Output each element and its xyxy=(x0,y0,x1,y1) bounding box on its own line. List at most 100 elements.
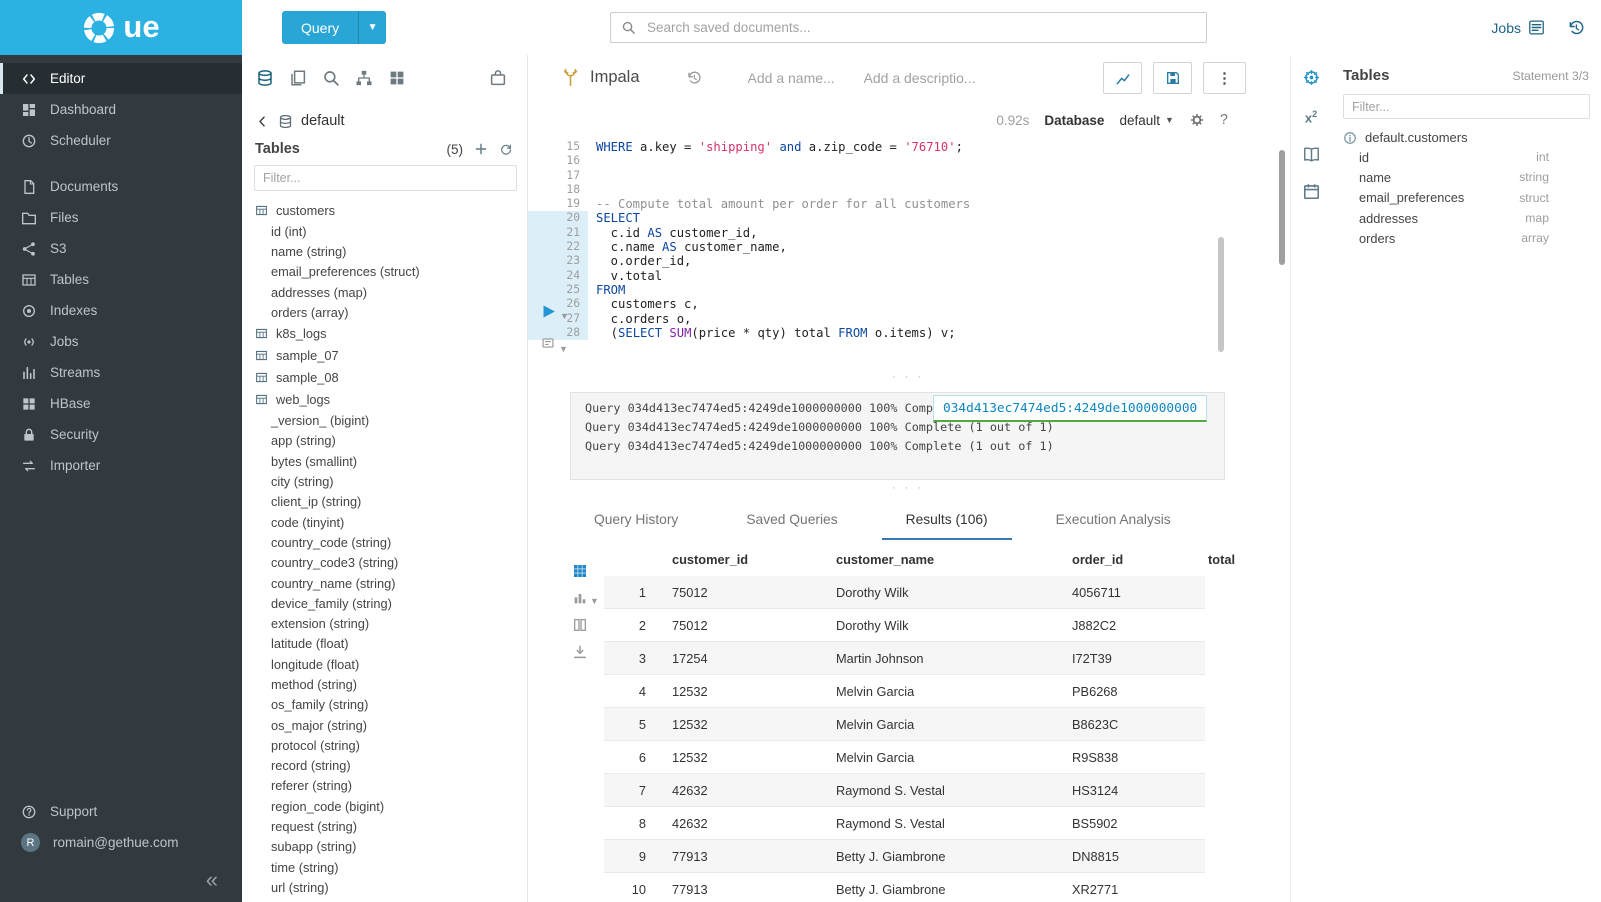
format-icon[interactable] xyxy=(540,336,556,350)
help-question-icon[interactable]: ? xyxy=(1220,112,1228,128)
results-cell[interactable]: 918 xyxy=(1196,576,1205,609)
tab-query-history[interactable]: Query History xyxy=(570,502,702,540)
results-cell[interactable]: Raymond S. Vestal xyxy=(824,774,1060,807)
assist-column-item[interactable]: country_code3 (string) xyxy=(242,553,527,573)
sidebar-item-support[interactable]: Support xyxy=(0,796,242,827)
sidebar-item-security[interactable]: Security xyxy=(0,419,242,450)
assist-column-item[interactable]: user_agent (string) xyxy=(242,898,527,902)
results-cell[interactable]: 1320 xyxy=(1196,840,1205,873)
code-line[interactable]: 16 xyxy=(528,154,1248,168)
databases-source-icon[interactable] xyxy=(256,69,274,87)
assistant-helm-icon[interactable] xyxy=(1302,68,1321,87)
code-line[interactable]: 18 xyxy=(528,183,1248,197)
page-scrollbar[interactable] xyxy=(1279,150,1285,265)
sidebar-item-scheduler[interactable]: Scheduler xyxy=(0,125,242,156)
code-line[interactable]: 22 c.name AS customer_name, xyxy=(528,240,1248,254)
results-cell[interactable]: 1278 xyxy=(1196,741,1205,774)
results-cell[interactable]: Dorothy Wilk xyxy=(824,609,1060,642)
sidebar-collapse[interactable]: « xyxy=(0,858,242,902)
results-cell[interactable]: 75012 xyxy=(660,576,824,609)
results-cell[interactable]: 17254 xyxy=(660,642,824,675)
right-column-item[interactable]: addresses map xyxy=(1343,208,1601,228)
query-name-input[interactable] xyxy=(746,69,850,87)
results-cell[interactable]: Martin Johnson xyxy=(824,642,1060,675)
results-cell[interactable]: 2798 xyxy=(1196,807,1205,840)
results-cell[interactable]: 12532 xyxy=(660,708,824,741)
query-history-icon[interactable] xyxy=(686,70,702,86)
assist-column-item[interactable]: protocol (string) xyxy=(242,735,527,755)
chart-button[interactable] xyxy=(1103,62,1142,94)
right-column-item[interactable]: id int xyxy=(1343,147,1601,167)
code-editor[interactable]: 15 WHERE a.key = 'shipping' and a.zip_co… xyxy=(528,140,1248,340)
results-cell[interactable]: 68 xyxy=(1196,675,1205,708)
run-query-button[interactable] xyxy=(540,303,557,320)
run-options-caret[interactable]: ▼ xyxy=(560,311,569,321)
results-cell[interactable]: DN8815 xyxy=(1060,840,1196,873)
results-cell[interactable]: Melvin Garcia xyxy=(824,708,1060,741)
assist-column-item[interactable]: longitude (float) xyxy=(242,654,527,674)
query-description-input[interactable] xyxy=(862,69,984,87)
results-cell[interactable]: R9S838 xyxy=(1060,741,1196,774)
sidebar-item-indexes[interactable]: Indexes xyxy=(0,295,242,326)
assist-column-item[interactable]: bytes (smallint) xyxy=(242,451,527,471)
assist-column-item[interactable]: method (string) xyxy=(242,674,527,694)
assist-column-item[interactable]: referer (string) xyxy=(242,776,527,796)
editor-scrollbar[interactable] xyxy=(1218,237,1224,352)
results-cell[interactable]: Betty J. Giambrone xyxy=(824,840,1060,873)
code-line[interactable]: 23 o.order_id, xyxy=(528,254,1248,268)
assist-column-item[interactable]: record (string) xyxy=(242,756,527,776)
assist-column-item[interactable]: subapp (string) xyxy=(242,837,527,857)
results-cell[interactable]: 12532 xyxy=(660,741,824,774)
assist-column-item[interactable]: app (string) xyxy=(242,431,527,451)
assist-table-sample-07[interactable]: sample_07 xyxy=(242,344,527,366)
jobs-link[interactable]: Jobs xyxy=(1491,19,1545,36)
grid-view-icon[interactable] xyxy=(572,563,588,579)
assist-column-item[interactable]: country_name (string) xyxy=(242,573,527,593)
global-search[interactable] xyxy=(610,12,1207,43)
results-cell[interactable]: 42632 xyxy=(660,807,824,840)
results-cell[interactable]: B8623C xyxy=(1060,708,1196,741)
results-row[interactable]: 512532Melvin GarciaB8623C2507 xyxy=(604,708,1205,741)
sidebar-item-files[interactable]: Files xyxy=(0,202,242,233)
code-line[interactable]: 25 FROM xyxy=(528,283,1248,297)
code-line[interactable]: 27 c.orders o, xyxy=(528,312,1248,326)
query-id-tooltip[interactable]: 034d413ec7474ed5:4249de1000000000 xyxy=(933,395,1207,422)
sidebar-item-user[interactable]: R romain@gethue.com xyxy=(0,827,242,858)
functions-icon[interactable]: x2 xyxy=(1305,105,1317,127)
sidebar-item-jobs[interactable]: Jobs xyxy=(0,326,242,357)
sidebar-item-dashboard[interactable]: Dashboard xyxy=(0,94,242,125)
assist-column-item[interactable]: city (string) xyxy=(242,471,527,491)
results-cell[interactable]: 77913 xyxy=(660,873,824,902)
tab-execution-analysis[interactable]: Execution Analysis xyxy=(1032,502,1195,540)
assist-column-item[interactable]: country_code (string) xyxy=(242,532,527,552)
results-row[interactable]: 977913Betty J. GiambroneDN88151320 xyxy=(604,840,1205,873)
sidebar-item-editor[interactable]: Editor xyxy=(0,63,242,94)
results-row[interactable]: 612532Melvin GarciaR9S8381278 xyxy=(604,741,1205,774)
assist-column-item[interactable]: orders (array) xyxy=(242,302,527,322)
results-row[interactable]: 842632Raymond S. VestalBS59022798 xyxy=(604,807,1205,840)
assist-column-item[interactable]: os_family (string) xyxy=(242,695,527,715)
results-row[interactable]: 412532Melvin GarciaPB626868 xyxy=(604,675,1205,708)
assist-column-item[interactable]: client_ip (string) xyxy=(242,492,527,512)
right-column-item[interactable]: email_preferences struct xyxy=(1343,188,1601,208)
assist-column-item[interactable]: device_family (string) xyxy=(242,593,527,613)
results-row[interactable]: 275012Dorothy WilkJ882C296 xyxy=(604,609,1205,642)
documents-source-icon[interactable] xyxy=(289,69,307,87)
results-col-header[interactable]: total xyxy=(1196,543,1205,576)
assist-column-item[interactable]: extension (string) xyxy=(242,613,527,633)
save-button[interactable] xyxy=(1153,62,1192,94)
query-dropdown-caret[interactable]: ▼ xyxy=(358,11,386,44)
results-cell[interactable]: 2507 xyxy=(1196,708,1205,741)
results-cell[interactable]: Melvin Garcia xyxy=(824,741,1060,774)
results-cell[interactable]: Dorothy Wilk xyxy=(824,576,1060,609)
tab-results-106[interactable]: Results (106) xyxy=(882,502,1012,540)
results-cell[interactable]: BS5902 xyxy=(1060,807,1196,840)
results-cell[interactable]: 77913 xyxy=(660,840,824,873)
results-cell[interactable]: XR2771 xyxy=(1060,873,1196,902)
assist-column-item[interactable]: addresses (map) xyxy=(242,282,527,302)
code-line[interactable]: 15 WHERE a.key = 'shipping' and a.zip_co… xyxy=(528,140,1248,154)
apps-source-icon[interactable] xyxy=(388,69,406,87)
search-input[interactable] xyxy=(645,19,1196,36)
code-line[interactable]: 17 xyxy=(528,169,1248,183)
assist-table-customers[interactable]: customers xyxy=(242,199,527,221)
